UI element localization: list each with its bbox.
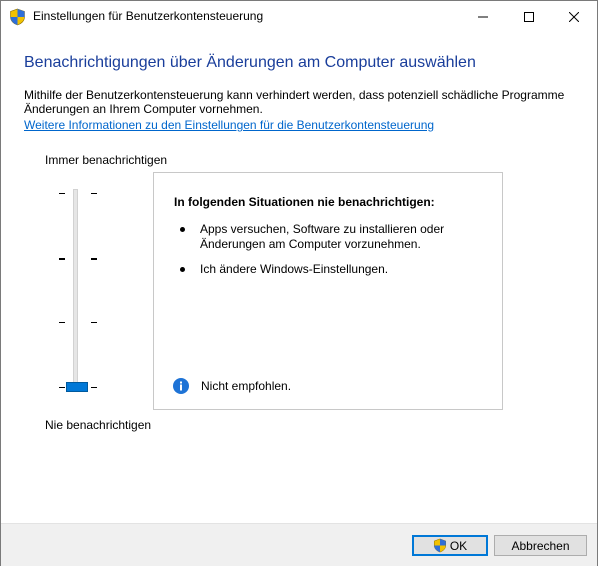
not-recommended-text: Nicht empfohlen. — [201, 379, 292, 393]
slider-tick — [59, 258, 65, 260]
uac-shield-icon — [10, 8, 25, 26]
page-heading: Benachrichtigungen über Änderungen am Co… — [24, 54, 476, 71]
uac-level-slider-thumb[interactable] — [66, 382, 88, 392]
window-title: Einstellungen für Benutzerkontensteuerun… — [33, 9, 264, 23]
cancel-button[interactable]: Abbrechen — [494, 535, 587, 556]
slider-label-never-notify: Nie benachrichtigen — [45, 418, 152, 432]
title-bar[interactable]: Einstellungen für Benutzerkontensteuerun… — [1, 1, 597, 32]
slider-tick — [91, 322, 97, 323]
minimize-icon — [478, 16, 488, 17]
maximize-icon — [524, 11, 534, 22]
bullet-dot — [180, 267, 185, 272]
info-icon — [173, 378, 189, 394]
minimize-button[interactable] — [460, 1, 506, 32]
close-button[interactable] — [551, 1, 597, 32]
bullet-dot — [180, 227, 185, 232]
ok-button-label: OK — [449, 538, 468, 553]
cancel-button-label: Abbrechen — [511, 538, 570, 553]
close-icon — [569, 11, 579, 22]
maximize-button[interactable] — [506, 1, 552, 32]
more-info-link[interactable]: Weitere Informationen zu den Einstellung… — [24, 118, 434, 132]
slider-tick — [59, 322, 65, 323]
ok-button[interactable]: OK — [412, 535, 488, 556]
slider-tick — [91, 387, 97, 388]
uac-shield-icon — [433, 538, 446, 553]
uac-settings-window: Einstellungen für Benutzerkontensteuerun… — [0, 0, 598, 566]
dialog-footer: OK Abbrechen — [1, 523, 597, 566]
slider-label-always-notify: Immer benachrichtigen — [45, 153, 168, 167]
bullet-item-settings: Ich ändere Windows-Einstellungen. — [200, 262, 389, 276]
slider-tick — [91, 193, 97, 194]
bullet-item-apps: Apps versuchen, Software zu installieren… — [200, 222, 445, 251]
description-text: Mithilfe der Benutzerkontensteuerung kan… — [24, 88, 565, 116]
panel-title: In folgenden Situationen nie benachricht… — [174, 195, 435, 209]
slider-tick — [59, 193, 65, 194]
slider-tick — [91, 258, 97, 260]
uac-level-slider-track[interactable] — [73, 189, 78, 391]
info-panel: In folgenden Situationen nie benachricht… — [153, 172, 503, 410]
slider-tick — [59, 387, 65, 388]
